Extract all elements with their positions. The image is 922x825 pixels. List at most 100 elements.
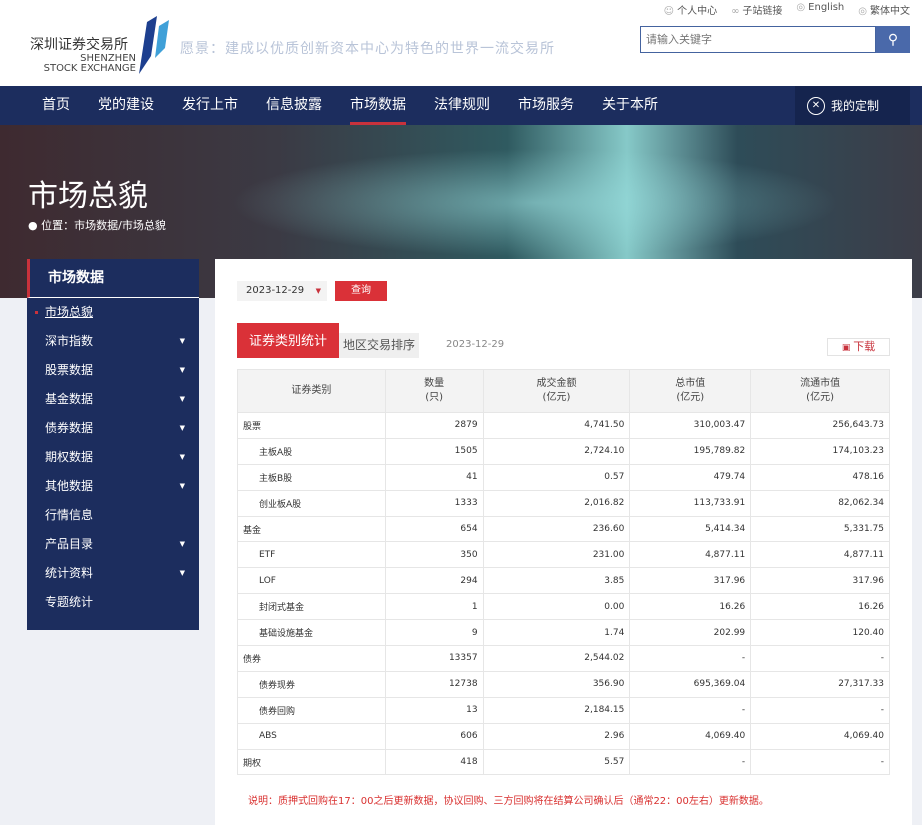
- top-link[interactable]: ◎ 繁体中文: [858, 2, 910, 17]
- top-link-label: English: [808, 2, 845, 13]
- category-cell: ABS: [237, 722, 386, 750]
- sidebar-item[interactable]: 深市指数 ▼: [27, 327, 199, 356]
- query-button[interactable]: 查询: [335, 281, 387, 301]
- value-cell: 479.74: [629, 463, 752, 491]
- vision-slogan: 愿景：建成以优质创新资本中心为特色的世界一流交易所: [180, 41, 555, 57]
- tab-region-ranking[interactable]: 地区交易排序: [339, 333, 419, 358]
- value-cell: 3.85: [482, 567, 631, 595]
- nav-item[interactable]: 市场数据: [350, 86, 406, 125]
- nav-item[interactable]: 发行上市: [182, 86, 238, 125]
- top-links: ☺ 个人中心 ∞ 子站链接 ◎ English ◎ 繁体中文: [664, 2, 910, 17]
- value-cell: 2,544.02: [482, 645, 631, 672]
- value-cell: 5.57: [482, 748, 631, 776]
- search-box: ⚲: [640, 26, 910, 53]
- value-cell: 2879: [384, 412, 484, 439]
- sidebar-item-label: 产品目录: [45, 537, 94, 551]
- value-cell: 5,331.75: [750, 515, 890, 543]
- sidebar-item[interactable]: 其他数据 ▼: [27, 472, 199, 501]
- my-custom-button[interactable]: ✕ 我的定制: [795, 86, 910, 125]
- nav-item[interactable]: 市场服务: [518, 86, 574, 125]
- search-icon: ⚲: [887, 31, 899, 47]
- download-button[interactable]: ▣ 下载: [827, 338, 890, 356]
- nav-item[interactable]: 关于本所: [602, 86, 658, 125]
- value-cell: 317.96: [750, 567, 890, 595]
- sidebar-item[interactable]: 股票数据 ▼: [27, 356, 199, 385]
- top-link[interactable]: ◎ English: [796, 2, 844, 17]
- category-cell: 期权: [237, 748, 386, 776]
- value-cell: -: [629, 645, 752, 672]
- value-cell: 1333: [384, 489, 484, 517]
- category-cell: 创业板A股: [237, 489, 386, 517]
- breadcrumb-text: 位置：市场数据/市场总貌: [41, 219, 166, 232]
- column-header: 成交金额 (亿元): [482, 369, 631, 413]
- value-cell: 27,317.33: [750, 670, 890, 698]
- nav-item[interactable]: 信息披露: [266, 86, 322, 125]
- value-cell: 4,741.50: [482, 412, 631, 439]
- user-icon: ☺: [663, 6, 675, 17]
- tab-category-stats[interactable]: 证券类别统计: [237, 323, 339, 358]
- column-header-line: (只): [425, 392, 444, 403]
- value-cell: -: [629, 748, 752, 776]
- globe-icon: ◎: [858, 6, 867, 17]
- table-row: ABS 606 2.96 4,069.40 4,069.40: [237, 722, 890, 750]
- category-cell: 主板B股: [237, 463, 386, 491]
- table-row: 主板B股 41 0.57 479.74 478.16: [237, 463, 890, 491]
- sidebar-item[interactable]: 产品目录 ▼: [27, 530, 199, 559]
- value-cell: 4,069.40: [629, 722, 752, 750]
- szse-logo[interactable]: 深圳证券交易所 SHENZHEN STOCK EXCHANGE: [30, 16, 170, 76]
- top-link-label: 个人中心: [677, 6, 718, 17]
- compass-icon: ✕: [807, 96, 825, 115]
- value-cell: 236.60: [482, 515, 631, 543]
- sidebar-item[interactable]: 市场总貌: [27, 298, 199, 327]
- sidebar-item[interactable]: 专题统计: [27, 588, 199, 617]
- market-overview-table: 证券类别 数量 (只) 成交金额 (亿元) 总市值 (亿元) 流通市值 (亿元) 股票 2879 4…: [237, 369, 890, 776]
- value-cell: 16.26: [629, 593, 752, 621]
- value-cell: 0.00: [482, 593, 631, 621]
- caret-down-icon: ▼: [179, 337, 185, 345]
- value-cell: 12738: [384, 670, 484, 698]
- logo-en: SHENZHEN STOCK EXCHANGE: [43, 53, 136, 74]
- top-link-label: 繁体中文: [870, 6, 910, 17]
- date-select[interactable]: 2023-12-29 ▼: [237, 281, 327, 301]
- sidebar-item[interactable]: 行情信息: [27, 501, 199, 530]
- search-input[interactable]: [640, 26, 876, 53]
- sidebar-item-label: 市场总貌: [45, 305, 94, 319]
- logo-text: 深圳证券交易所: [30, 37, 128, 53]
- table-date: 2023-12-29: [446, 339, 505, 350]
- sidebar-item[interactable]: 统计资料 ▼: [27, 559, 199, 588]
- nav-item[interactable]: 党的建设: [98, 86, 154, 125]
- column-header-line: 总市值: [675, 378, 706, 389]
- sidebar-item[interactable]: 基金数据 ▼: [27, 385, 199, 414]
- category-cell: 股票: [237, 412, 386, 439]
- category-cell: 基础设施基金: [237, 619, 386, 647]
- nav-item[interactable]: 法律规则: [434, 86, 490, 125]
- top-link[interactable]: ☺ 个人中心: [664, 2, 717, 17]
- sidebar-item-label: 股票数据: [45, 363, 94, 377]
- search-button[interactable]: ⚲: [876, 26, 910, 53]
- nav-item[interactable]: 首页: [42, 86, 70, 125]
- value-cell: 174,103.23: [750, 437, 890, 465]
- value-cell: 1505: [384, 437, 484, 465]
- value-cell: 350: [384, 541, 484, 569]
- category-cell: 债券回购: [237, 696, 386, 724]
- value-cell: 13357: [384, 645, 484, 672]
- column-header-line: 数量: [424, 378, 445, 389]
- value-cell: 294: [384, 567, 484, 595]
- column-header-line: 流通市值: [800, 378, 841, 389]
- sidebar-item[interactable]: 期权数据 ▼: [27, 443, 199, 472]
- column-header: 流通市值 (亿元): [750, 369, 890, 413]
- top-link[interactable]: ∞ 子站链接: [731, 2, 782, 17]
- caret-down-icon: ▼: [179, 453, 185, 461]
- value-cell: 1: [384, 593, 484, 621]
- table-row: 股票 2879 4,741.50 310,003.47 256,643.73: [237, 412, 890, 439]
- caret-down-icon: ▼: [179, 540, 185, 548]
- category-cell: LOF: [237, 567, 386, 595]
- custom-label: 我的定制: [831, 99, 880, 113]
- value-cell: 82,062.34: [750, 489, 890, 517]
- breadcrumb: ● 位置：市场数据/市场总貌: [28, 217, 166, 233]
- sidebar-item-label: 深市指数: [45, 334, 94, 348]
- column-header-line: (亿元): [676, 392, 705, 403]
- value-cell: 317.96: [629, 567, 752, 595]
- sidebar-item[interactable]: 债券数据 ▼: [27, 414, 199, 443]
- value-cell: -: [629, 696, 752, 724]
